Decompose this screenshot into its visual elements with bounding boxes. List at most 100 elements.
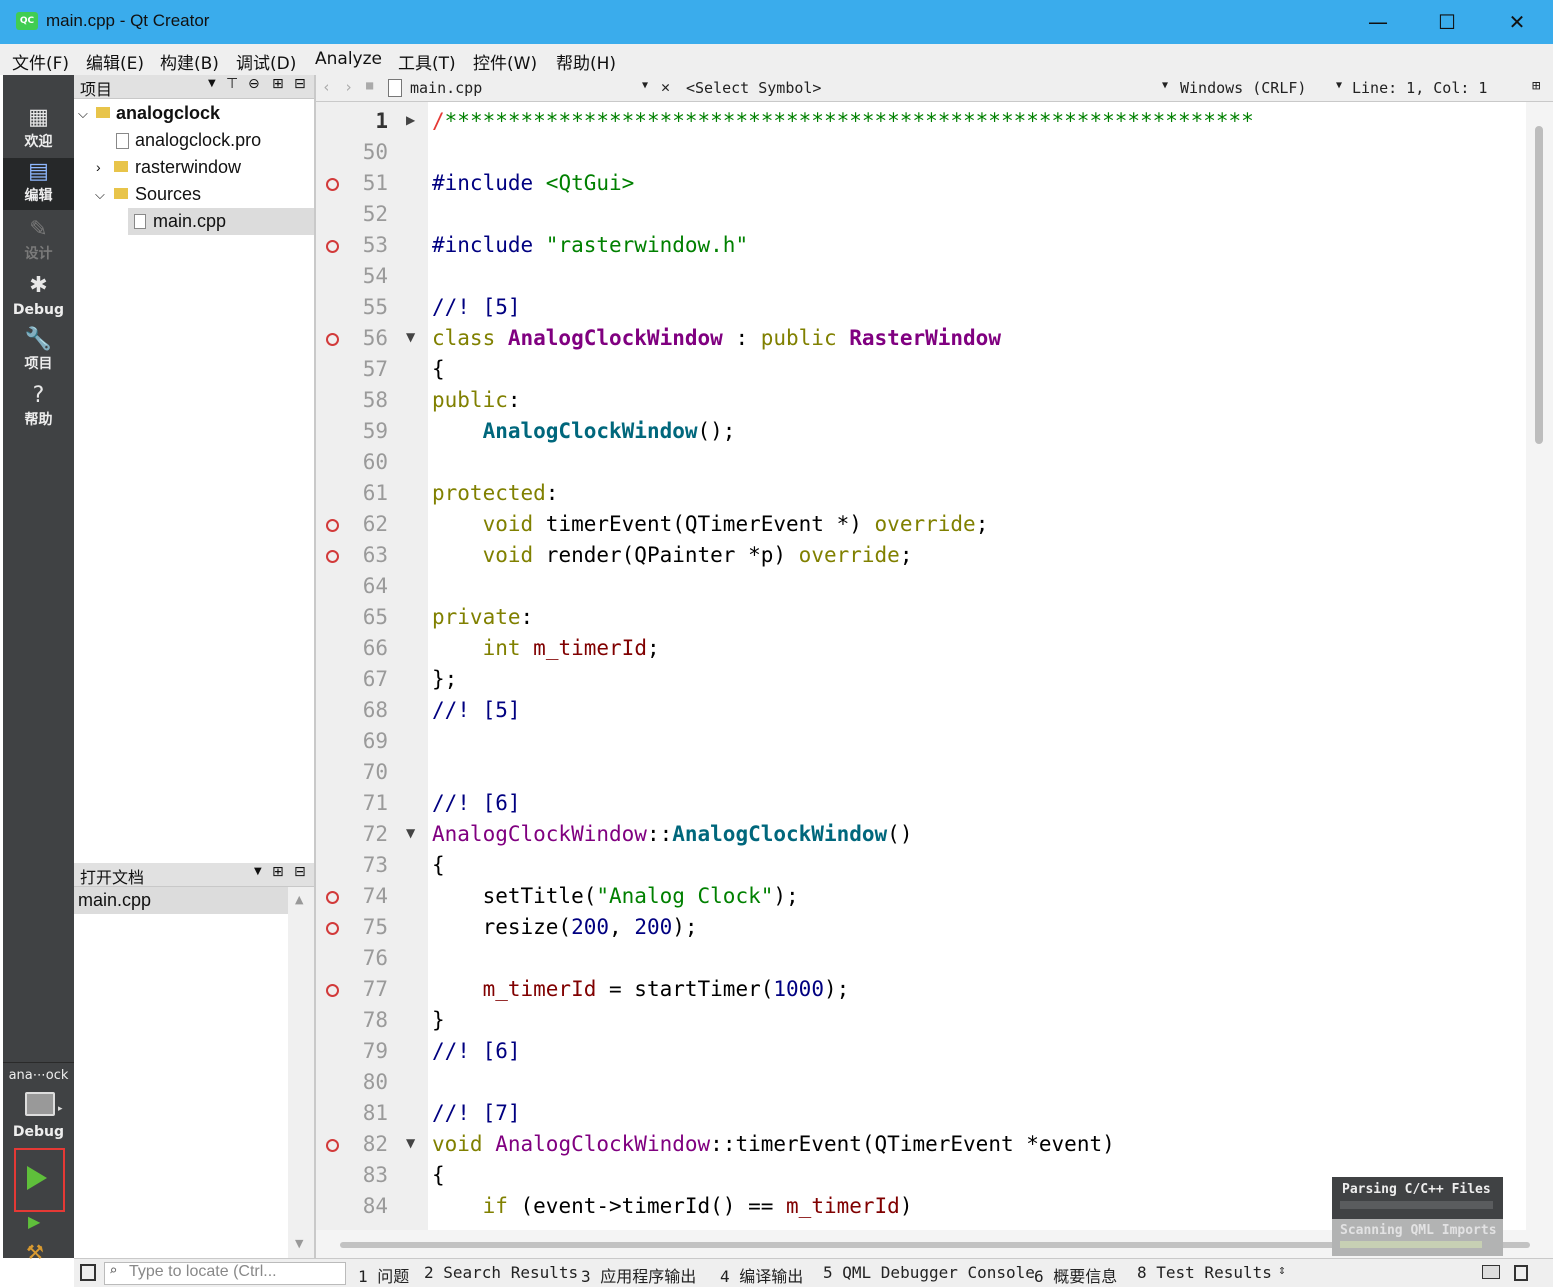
menu-file[interactable]: 文件(F) <box>12 49 69 74</box>
build-hammer-icon[interactable]: ⚒ <box>26 1240 44 1264</box>
code-line-71: //! [6] <box>432 791 521 815</box>
code-line-67: }; <box>432 667 458 691</box>
split-icon[interactable]: ⊞ <box>272 864 284 880</box>
close-button[interactable]: ✕ <box>1482 0 1552 44</box>
chevron-down-icon[interactable]: ▼ <box>1336 80 1342 91</box>
progress-scanning-box: Scanning QML Imports <box>1332 1219 1503 1256</box>
code-line-75: resize(200, 200); <box>432 915 698 939</box>
mode-design[interactable]: ✎ 设计 <box>3 216 74 272</box>
fold-arrow-icon[interactable]: ▶ <box>406 113 415 127</box>
locator-input[interactable]: ⌕ Type to locate (Ctrl... <box>104 1262 346 1285</box>
line-ending-selector[interactable]: Windows (CRLF) <box>1180 79 1306 97</box>
code-line-56: class AnalogClockWindow : public RasterW… <box>432 326 1001 350</box>
mode-debug[interactable]: ✱ Debug <box>3 272 74 328</box>
mode-projects[interactable]: 🔧 项目 <box>3 326 74 382</box>
close-pane-icon[interactable]: ⊟ <box>294 864 306 880</box>
scrollbar[interactable]: ▲ ▼ <box>288 887 314 1258</box>
tab-application-output[interactable]: 3 应用程序输出 <box>581 1263 696 1287</box>
symbol-selector[interactable]: <Select Symbol> <box>686 79 821 97</box>
breakpoint-marker-icon[interactable] <box>326 550 339 563</box>
close-document-icon[interactable]: ✕ <box>661 78 670 96</box>
chevron-down-icon[interactable]: ▼ <box>642 80 648 91</box>
breakpoint-marker-icon[interactable] <box>326 178 339 191</box>
fold-arrow-icon[interactable]: ▼ <box>406 330 415 344</box>
menu-edit[interactable]: 编辑(E) <box>86 49 144 74</box>
tree-item-pro[interactable]: analogclock.pro <box>74 127 314 154</box>
tab-general-messages[interactable]: 6 概要信息 <box>1034 1263 1117 1287</box>
scrollbar-thumb[interactable] <box>1535 126 1543 444</box>
scroll-down-icon[interactable]: ▼ <box>295 1237 303 1250</box>
maximize-button[interactable]: ☐ <box>1412 0 1482 44</box>
editor-toolbar: ‹ › ■ main.cpp ▼ ✕ <Select Symbol> ▼ Win… <box>316 75 1553 102</box>
breakpoint-marker-icon[interactable] <box>326 333 339 346</box>
link-icon[interactable]: ⊖ <box>248 76 260 92</box>
minimize-button[interactable]: — <box>1343 0 1413 44</box>
close-pane-icon[interactable]: ⊟ <box>294 76 306 92</box>
fold-arrow-icon[interactable]: ▼ <box>406 1136 415 1150</box>
run-icon[interactable] <box>27 1166 47 1190</box>
code-line-84: if (event->timerId() == m_timerId) <box>482 1194 913 1218</box>
split-icon[interactable]: ⊞ <box>272 76 284 92</box>
tree-item-analogclock[interactable]: ⌵ analogclock <box>74 100 314 127</box>
line-number: 50 <box>362 140 388 164</box>
split-icon[interactable]: ⊞ <box>1532 78 1540 94</box>
line-number: 60 <box>362 450 388 474</box>
chevron-down-icon[interactable]: ▼ <box>208 78 216 89</box>
chevron-right-icon: ▸ <box>58 1104 63 1114</box>
menu-analyze[interactable]: Analyze <box>315 49 382 69</box>
line-number: 81 <box>362 1101 388 1125</box>
tab-issues[interactable]: 1 问题 <box>358 1263 409 1287</box>
debug-run-icon[interactable]: ▶ <box>28 1212 40 1231</box>
back-icon[interactable]: ‹ <box>322 78 331 96</box>
cursor-position[interactable]: Line: 1, Col: 1 <box>1352 79 1487 97</box>
mode-edit[interactable]: ▤ 编辑 <box>3 158 74 210</box>
tree-item-sources[interactable]: ⌵ Sources <box>74 181 314 208</box>
mode-help[interactable]: ? 帮助 <box>3 382 74 438</box>
breakpoint-marker-icon[interactable] <box>326 519 339 532</box>
tab-compile-output[interactable]: 4 编译输出 <box>720 1263 803 1287</box>
folder-icon <box>114 188 128 199</box>
code-line-1: /***************************************… <box>432 109 1254 133</box>
tab-test-results[interactable]: 8 Test Results <box>1137 1263 1272 1282</box>
monitor-icon[interactable] <box>25 1092 55 1116</box>
chevron-down-icon[interactable]: ▼ <box>1162 80 1168 91</box>
fold-arrow-icon[interactable]: ▼ <box>406 826 415 840</box>
code-line-72: AnalogClockWindow::AnalogClockWindow() <box>432 822 913 846</box>
toggle-sidebar-icon[interactable] <box>80 1264 96 1281</box>
updown-icon[interactable]: ⇕ <box>1278 1263 1286 1278</box>
editor-gutter[interactable]: 1 ▶ 50 51 52 53 54 55 56 ▼ 57 58 59 60 61 62 63 64 65 66 67 6… <box>316 102 428 1230</box>
toggle-right-sidebar-icon[interactable] <box>1514 1265 1528 1281</box>
chevron-down-icon[interactable]: ▼ <box>254 866 262 877</box>
file-icon <box>134 214 146 229</box>
filter-icon[interactable]: ⊤ <box>226 76 238 92</box>
code-line-68: //! [5] <box>432 698 521 722</box>
line-number: 79 <box>362 1039 388 1063</box>
tree-item-main-cpp[interactable]: main.cpp <box>128 208 314 235</box>
progress-parsing-label: Parsing C/C++ Files <box>1342 1182 1491 1197</box>
breakpoint-marker-icon[interactable] <box>326 891 339 904</box>
breakpoint-marker-icon[interactable] <box>326 240 339 253</box>
menu-help[interactable]: 帮助(H) <box>556 49 616 74</box>
breakpoint-marker-icon[interactable] <box>326 922 339 935</box>
forward-icon[interactable]: › <box>344 78 353 96</box>
open-doc-item[interactable]: main.cpp <box>74 887 288 914</box>
menu-debug[interactable]: 调试(D) <box>236 49 296 74</box>
code-line-73: { <box>432 853 445 877</box>
menu-build[interactable]: 构建(B) <box>160 49 219 74</box>
breakpoint-marker-icon[interactable] <box>326 984 339 997</box>
wrench-icon: 🔧 <box>24 327 53 352</box>
progress-toggle-icon[interactable] <box>1482 1265 1500 1279</box>
mode-welcome[interactable]: ▦ 欢迎 <box>3 104 74 160</box>
tab-qml-debugger-console[interactable]: 5 QML Debugger Console <box>823 1263 1035 1282</box>
line-number: 57 <box>362 357 388 381</box>
open-docs-header: 打开文档 ▼ ⊞ ⊟ <box>74 863 314 887</box>
menu-widgets[interactable]: 控件(W) <box>473 49 537 74</box>
scroll-up-icon[interactable]: ▲ <box>295 893 303 906</box>
tab-search-results[interactable]: 2 Search Results <box>424 1263 578 1282</box>
editor-vscrollbar[interactable] <box>1526 102 1553 1230</box>
menu-tools[interactable]: 工具(T) <box>398 49 456 74</box>
document-selector[interactable]: main.cpp <box>410 79 482 97</box>
breakpoint-marker-icon[interactable] <box>326 1139 339 1152</box>
tree-item-rasterwindow[interactable]: › rasterwindow <box>74 154 314 181</box>
code-line-82: void AnalogClockWindow::timerEvent(QTime… <box>432 1132 1115 1156</box>
